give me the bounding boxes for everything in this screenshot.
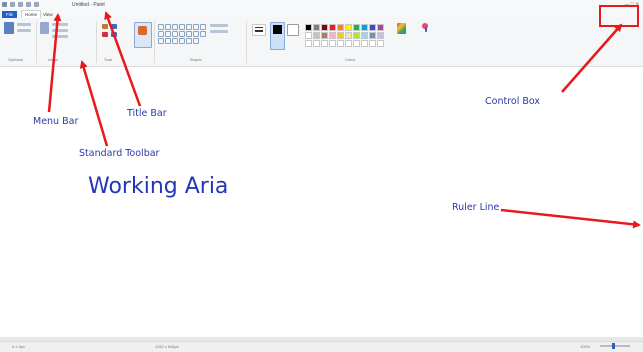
group-label-colors: Colors [345,58,356,62]
window-title: Untitled - Paint [72,2,105,8]
annotation-title-bar: Title Bar [127,108,167,119]
palette-swatch[interactable] [337,40,344,47]
standard-toolbar: Clipboard Image Tools Shapes Colors [0,18,643,67]
palette-swatch[interactable] [329,32,336,39]
paste-icon[interactable] [4,22,14,34]
fill-dropdown[interactable] [210,30,228,33]
group-label-image: Image [48,58,58,62]
brushes-button[interactable] [134,22,152,48]
palette-swatch[interactable] [337,32,344,39]
group-label-tools: Tools [104,58,113,62]
fill-icon[interactable] [111,24,117,29]
palette-swatch[interactable] [369,24,376,31]
customize-toolbar-icon[interactable] [34,2,39,7]
palette-swatch[interactable] [361,24,368,31]
size-button[interactable] [252,24,266,36]
group-label-clipboard: Clipboard [8,58,23,62]
outline-dropdown[interactable] [210,24,228,27]
crop-icon[interactable] [52,23,68,26]
annotation-working-area: Working Aria [88,174,229,199]
zoom-slider[interactable] [600,345,630,347]
palette-swatch[interactable] [313,40,320,47]
color1-button[interactable] [270,22,285,50]
annotation-standard-toolbar: Standard Toolbar [79,148,160,159]
zoom-level: 100% [580,344,591,349]
window-control-box[interactable]: – □ × [609,1,639,9]
canvas-size: 1152 x 648px [155,344,179,349]
zoom-slider-thumb[interactable] [612,343,615,349]
status-bar: 0 x 0px 1152 x 648px 100% [0,341,643,352]
palette-swatch[interactable] [377,32,384,39]
cursor-position: 0 x 0px [12,344,25,349]
annotation-control-box: Control Box [485,96,541,107]
palette-swatch[interactable] [353,24,360,31]
color1-swatch [273,25,282,34]
brush-icon [138,26,147,35]
palette-swatch[interactable] [321,32,328,39]
palette-swatch[interactable] [313,32,320,39]
working-area[interactable] [0,67,643,337]
palette-swatch[interactable] [369,32,376,39]
palette-swatch[interactable] [353,32,360,39]
annotation-ruler-line: Ruler Line [452,202,500,213]
palette-swatch[interactable] [345,24,352,31]
annotation-menu-bar: Menu Bar [33,116,79,127]
palette-swatch[interactable] [369,40,376,47]
palette-swatch[interactable] [305,32,312,39]
group-divider [154,21,155,63]
group-divider [36,21,37,63]
palette-swatch[interactable] [345,40,352,47]
text-icon[interactable] [102,32,108,37]
cut-icon[interactable] [17,23,31,26]
palette-swatch[interactable] [377,24,384,31]
redo-icon[interactable] [26,2,31,7]
paint3d-icon-stem [425,27,427,32]
color-picker-icon[interactable] [111,32,117,37]
group-divider [246,21,247,63]
copy-icon[interactable] [17,29,31,32]
tab-view[interactable]: View [40,11,56,18]
rotate-icon[interactable] [52,35,68,38]
save-icon[interactable] [10,2,15,7]
pencil-icon[interactable] [102,24,108,29]
paint-window: Untitled - Paint – □ × File Home View Cl… [0,0,643,352]
palette-swatch[interactable] [361,32,368,39]
palette-swatch[interactable] [329,40,336,47]
edit-colors-icon[interactable] [397,23,406,34]
file-menu-button[interactable]: File [2,11,17,18]
palette-swatch[interactable] [337,24,344,31]
palette-swatch[interactable] [361,40,368,47]
palette-swatch[interactable] [353,40,360,47]
palette-swatch[interactable] [321,40,328,47]
paint-app-icon [2,2,7,7]
undo-icon[interactable] [18,2,23,7]
resize-icon[interactable] [52,29,68,32]
color2-button[interactable] [287,24,299,36]
palette-swatch[interactable] [305,40,312,47]
group-divider [96,21,97,63]
palette-swatch[interactable] [305,24,312,31]
tab-home[interactable]: Home [21,10,42,18]
palette-swatch[interactable] [321,24,328,31]
group-label-shapes: Shapes [190,58,202,62]
palette-swatch[interactable] [345,32,352,39]
menu-bar: File Home View [0,10,643,18]
palette-swatch[interactable] [377,40,384,47]
select-icon[interactable] [40,22,49,34]
palette-swatch[interactable] [329,24,336,31]
palette-swatch[interactable] [313,24,320,31]
